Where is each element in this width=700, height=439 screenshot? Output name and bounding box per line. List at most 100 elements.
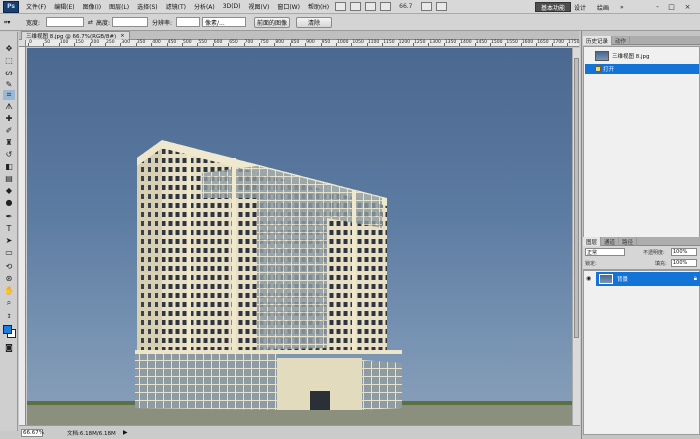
height-input[interactable] (112, 17, 148, 27)
pen-tool-icon[interactable]: ✒ (3, 212, 15, 222)
front-image-button[interactable]: 前面的图像 (254, 17, 290, 28)
menu-view[interactable]: 视图(V) (245, 2, 274, 11)
ruler-tick (74, 43, 76, 46)
menu-file[interactable]: 文件(F) (22, 2, 50, 11)
move-tool-icon[interactable]: ✥ (3, 44, 15, 54)
ruler-label: 500 (183, 40, 192, 45)
menu-help[interactable]: 帮助(H) (304, 2, 333, 11)
lasso-tool-icon[interactable]: ᔕ (3, 68, 15, 78)
minibridge-icon[interactable] (350, 2, 362, 11)
type-tool-icon[interactable]: T (3, 224, 15, 234)
ruler-tick (428, 43, 430, 46)
fill-input[interactable]: 100% (671, 259, 697, 267)
ruler-tick (28, 43, 29, 46)
resolution-unit-select[interactable]: 像素/... (202, 17, 246, 27)
bridge-icon[interactable] (335, 2, 347, 11)
zoom-view-icon[interactable] (380, 2, 392, 11)
layer-name: 背景 (617, 277, 629, 283)
hand-tool-icon[interactable]: ✋ (3, 286, 15, 296)
quick-select-tool-icon[interactable]: ✎ (3, 80, 15, 90)
menu-edit[interactable]: 编辑(E) (50, 2, 78, 11)
menu-3d[interactable]: 3D(D) (219, 3, 245, 10)
3d-orbit-tool-icon[interactable]: ⊛ (3, 274, 15, 284)
history-step-open[interactable]: 打开 (585, 64, 699, 74)
tab-history[interactable]: 历史记录 (583, 36, 613, 45)
vertical-scrollbar[interactable] (572, 48, 580, 425)
document-canvas[interactable] (27, 48, 572, 425)
status-menu-arrow-icon[interactable]: ▶ (123, 429, 128, 436)
menu-image[interactable]: 图像(I) (79, 2, 105, 11)
blur-tool-icon[interactable]: ◆ (3, 186, 15, 196)
tab-paths[interactable]: 路径 (619, 237, 638, 246)
horizontal-ruler[interactable]: 0 50 100 150 200 250 300 350 400 450 500 550 600 650 7… (26, 40, 579, 47)
hand-view-icon[interactable] (365, 2, 377, 11)
layer-background[interactable]: 背景 🔒︎ (596, 272, 700, 286)
brush-tool-icon[interactable]: ✐ (3, 126, 15, 136)
swap-dimensions-icon[interactable]: ⇄ (88, 17, 93, 28)
crop-tool-preset-icon[interactable]: ⌗▾ (4, 17, 10, 28)
width-input[interactable] (46, 17, 84, 27)
zoom-tool-icon[interactable]: ⌕ (3, 298, 15, 308)
resolution-input[interactable] (176, 17, 200, 27)
tab-actions[interactable]: 动作 (612, 36, 631, 45)
document-close-icon[interactable]: × (120, 33, 125, 39)
workspace-painting[interactable]: 绘画 (597, 2, 609, 12)
history-snapshot[interactable]: 三维视图 8.jpg (585, 50, 699, 62)
workspace-essentials-button[interactable]: 基本功能 (535, 2, 572, 12)
ruler-tick (166, 43, 168, 46)
close-button[interactable]: × (682, 2, 693, 11)
blend-mode-select[interactable]: 正常 (585, 248, 625, 256)
tab-layers[interactable]: 图层 (583, 237, 602, 246)
ruler-tick (520, 43, 522, 46)
eyedropper-tool-icon[interactable]: ᗑ (3, 102, 15, 112)
options-bar: ⌗▾ 宽度: ⇄ 高度: 分辨率: 像素/... 前面的图像 清除 (0, 14, 700, 31)
ruler-label: 650 (229, 40, 238, 45)
swap-colors-icon[interactable]: ↕ (3, 312, 15, 322)
gradient-tool-icon[interactable]: ▤ (3, 174, 15, 184)
zoom-level[interactable]: 66.7 (399, 3, 412, 10)
marquee-tool-icon[interactable]: ⬚ (3, 56, 15, 66)
ruler-label: 1750 (568, 40, 580, 45)
3d-rotate-tool-icon[interactable]: ⟲ (3, 262, 15, 272)
ruler-tick (397, 43, 399, 46)
arrange-documents-icon[interactable] (420, 2, 432, 11)
ruler-label: 350 (136, 40, 146, 45)
document-title: 三维视图 8.jpg @ 66.7%(RGB/8#) (26, 34, 117, 40)
workspace-design[interactable]: 设计 (574, 2, 586, 12)
ruler-tick (443, 43, 445, 46)
clone-stamp-tool-icon[interactable]: ♜ (3, 138, 15, 148)
visibility-eye-icon[interactable]: ◉ (586, 275, 591, 282)
minimize-button[interactable]: - (652, 2, 663, 11)
ruler-tick (135, 43, 137, 46)
clear-button[interactable]: 清除 (296, 17, 332, 28)
path-select-tool-icon[interactable]: ➤ (3, 236, 15, 246)
ruler-origin[interactable] (19, 40, 26, 47)
podium-left (135, 353, 277, 410)
history-brush-tool-icon[interactable]: ↺ (3, 150, 15, 160)
ruler-tick (474, 43, 476, 46)
menu-select[interactable]: 选择(S) (133, 2, 162, 11)
vertical-ruler[interactable] (19, 47, 26, 425)
healing-brush-tool-icon[interactable]: ✚ (3, 114, 15, 124)
tab-channels[interactable]: 通道 (601, 237, 620, 246)
crop-tool-icon[interactable]: ⌗ (3, 90, 15, 100)
maximize-button[interactable]: □ (666, 2, 677, 11)
screen-mode-icon[interactable] (435, 2, 447, 11)
ruler-tick (274, 43, 276, 46)
ruler-tick (366, 43, 368, 46)
vertical-scroll-thumb[interactable] (574, 58, 579, 338)
eraser-tool-icon[interactable]: ◧ (3, 162, 15, 172)
foreground-color-swatch[interactable] (3, 325, 12, 334)
quick-mask-icon[interactable]: ◙ (3, 343, 15, 353)
menu-window[interactable]: 窗口(W) (273, 2, 304, 11)
workspace-more[interactable]: » (620, 2, 624, 12)
status-zoom-field[interactable]: 66.67% (21, 429, 44, 437)
menu-layer[interactable]: 图层(L) (105, 2, 133, 11)
menu-filter[interactable]: 滤镜(T) (162, 2, 190, 11)
shape-tool-icon[interactable]: ▭ (3, 248, 15, 258)
document-tab[interactable]: 三维视图 8.jpg @ 66.7%(RGB/8#) × (21, 31, 130, 40)
opacity-input[interactable]: 100% (671, 248, 697, 256)
dodge-tool-icon[interactable]: ● (3, 198, 15, 208)
ruler-tick (351, 43, 353, 46)
menu-analysis[interactable]: 分析(A) (190, 2, 219, 11)
